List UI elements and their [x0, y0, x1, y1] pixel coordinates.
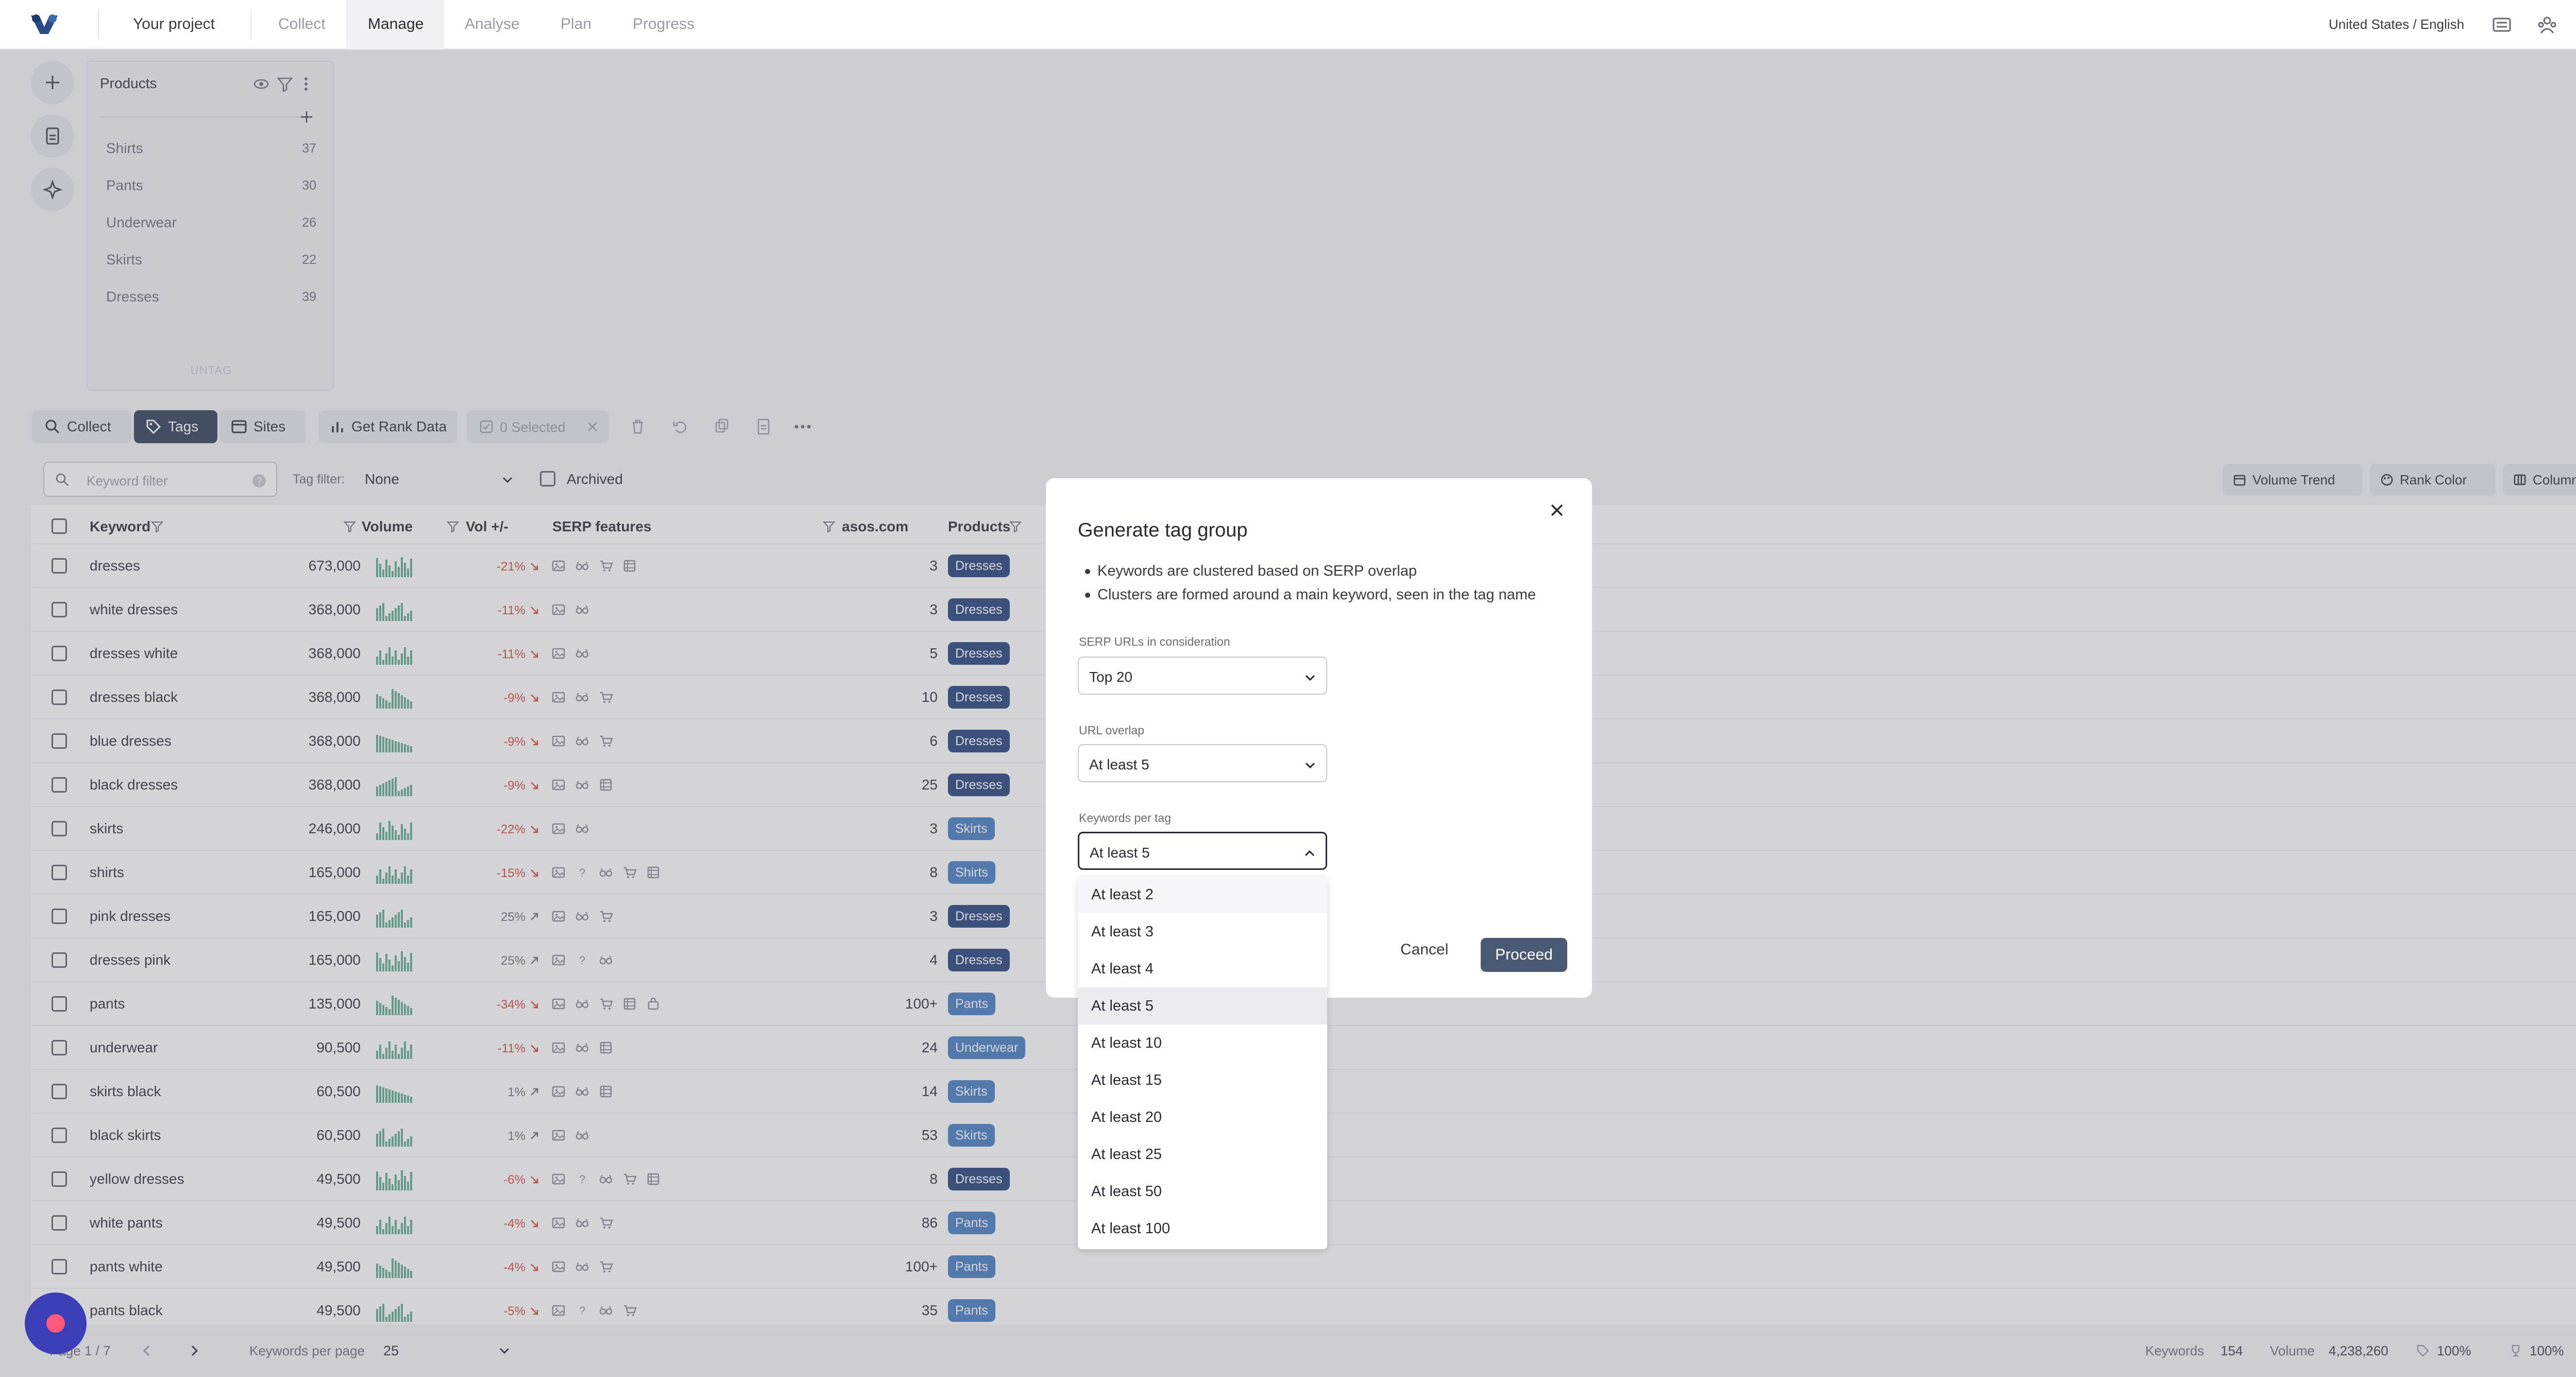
chevron-up-icon: [1304, 850, 1315, 857]
team-icon[interactable]: [2536, 13, 2558, 36]
tab-analyse[interactable]: Analyse: [465, 15, 520, 33]
close-icon[interactable]: [1546, 499, 1568, 522]
option-label: At least 10: [1091, 1035, 1162, 1051]
dropdown-option[interactable]: At least 2: [1078, 876, 1327, 913]
option-label: At least 20: [1091, 1109, 1162, 1126]
project-name[interactable]: Your project: [133, 15, 215, 33]
chat-support-button[interactable]: [25, 1292, 87, 1354]
proceed-button[interactable]: Proceed: [1481, 938, 1567, 972]
chevron-down-icon: [1305, 762, 1315, 769]
url-overlap-value: At least 5: [1089, 757, 1149, 773]
divider: [250, 9, 251, 40]
tab-plan[interactable]: Plan: [561, 15, 591, 33]
keywords-per-tag-label: Keywords per tag: [1079, 811, 1171, 825]
option-label: At least 2: [1091, 886, 1154, 903]
chat-dot-icon: [46, 1314, 65, 1333]
option-label: At least 100: [1091, 1220, 1171, 1237]
app-logo-icon[interactable]: [29, 11, 60, 37]
dropdown-option[interactable]: At least 5: [1078, 987, 1327, 1025]
option-label: At least 3: [1091, 923, 1154, 940]
option-label: At least 25: [1091, 1146, 1162, 1163]
keyboard-icon[interactable]: [2490, 13, 2513, 36]
dropdown-option[interactable]: At least 10: [1078, 1025, 1327, 1062]
divider: [98, 9, 99, 40]
serp-urls-label: SERP URLs in consideration: [1079, 635, 1230, 648]
tab-collect[interactable]: Collect: [278, 15, 326, 33]
description-bullet: Keywords are clustered based on SERP ove…: [1084, 563, 1417, 579]
option-label: At least 15: [1091, 1072, 1162, 1088]
keywords-per-tag-options: At least 2 At least 3 At least 4 At least 5…: [1078, 876, 1327, 1249]
url-overlap-label: URL overlap: [1079, 724, 1144, 737]
keywords-per-tag-value: At least 5: [1090, 845, 1150, 861]
tab-manage[interactable]: Manage: [368, 15, 423, 33]
description-bullet: Clusters are formed around a main keywor…: [1084, 586, 1536, 603]
tab-progress[interactable]: Progress: [633, 15, 694, 33]
option-label: At least 4: [1091, 961, 1154, 977]
dropdown-option[interactable]: At least 4: [1078, 950, 1327, 987]
option-label: At least 5: [1091, 998, 1154, 1014]
dropdown-option[interactable]: At least 15: [1078, 1062, 1327, 1099]
top-navigation-bar: Your project Collect Manage Analyse Plan…: [0, 0, 2576, 49]
url-overlap-select[interactable]: At least 5: [1078, 744, 1327, 782]
chevron-down-icon: [1305, 675, 1315, 681]
cancel-button[interactable]: Cancel: [1400, 941, 1448, 959]
dropdown-option[interactable]: At least 3: [1078, 913, 1327, 950]
option-label: At least 50: [1091, 1183, 1162, 1200]
dropdown-option[interactable]: At least 50: [1078, 1173, 1327, 1210]
dropdown-option[interactable]: At least 100: [1078, 1210, 1327, 1247]
serp-urls-value: Top 20: [1089, 669, 1133, 685]
keywords-per-tag-select[interactable]: At least 5: [1078, 832, 1327, 870]
dropdown-option[interactable]: At least 20: [1078, 1099, 1327, 1136]
dialog-title: Generate tag group: [1078, 519, 1248, 541]
dropdown-option[interactable]: At least 25: [1078, 1136, 1327, 1173]
serp-urls-select[interactable]: Top 20: [1078, 657, 1327, 695]
locale-selector[interactable]: United States / English: [2329, 16, 2464, 32]
